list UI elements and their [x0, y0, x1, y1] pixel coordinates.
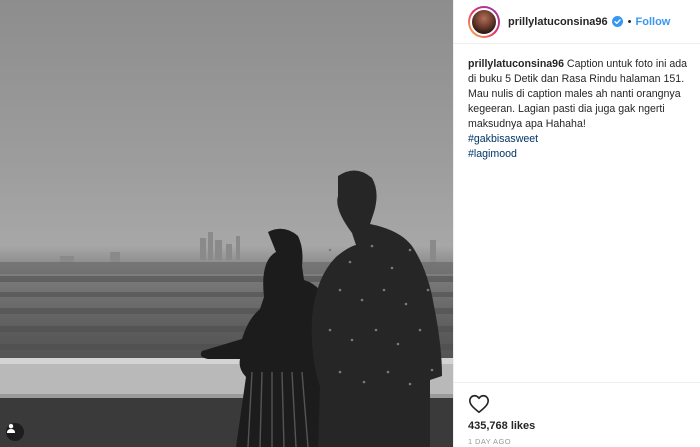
verified-badge-icon: [611, 16, 623, 27]
heart-icon[interactable]: [468, 393, 490, 415]
follow-button[interactable]: Follow: [636, 16, 671, 28]
tagged-user-icon[interactable]: [6, 423, 24, 441]
post-caption: prillylatuconsina96 Caption untuk foto i…: [468, 57, 694, 162]
hashtag-link[interactable]: #gakbisasweet: [468, 132, 694, 147]
photo-scene: [0, 170, 453, 447]
avatar-image: [470, 7, 498, 36]
avatar[interactable]: [468, 5, 500, 38]
post-timestamp: 1 DAY AGO: [468, 437, 511, 446]
post-header: prillylatuconsina96 • Follow: [454, 0, 700, 44]
post-photo[interactable]: [0, 0, 453, 447]
hashtag-link[interactable]: #lagimood: [468, 147, 694, 162]
header-username[interactable]: prillylatuconsina96: [508, 16, 608, 28]
separator-dot: •: [627, 15, 632, 28]
post-actions: 435,768 likes 1 DAY AGO: [454, 382, 700, 447]
post-sidebar: prillylatuconsina96 • Follow prillylatuc…: [454, 0, 700, 447]
caption-username[interactable]: prillylatuconsina96: [468, 58, 564, 70]
likes-count[interactable]: 435,768 likes: [468, 420, 535, 432]
